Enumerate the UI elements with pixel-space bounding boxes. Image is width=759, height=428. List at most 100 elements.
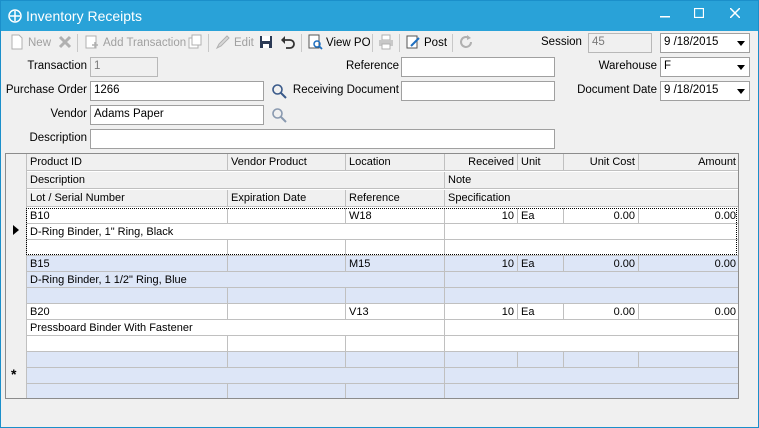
cell-unit-cost[interactable]: 0.00 — [564, 256, 639, 272]
column-header-specification[interactable]: Specification — [445, 190, 738, 206]
cell-received[interactable] — [445, 352, 518, 368]
cell-lot-serial[interactable] — [27, 384, 228, 398]
cell-location[interactable] — [346, 352, 445, 368]
table-row[interactable]: Pressboard Binder With Fastener — [27, 320, 738, 336]
cell-note[interactable] — [445, 320, 738, 336]
save-button[interactable] — [258, 33, 277, 53]
search-icon[interactable] — [271, 107, 287, 123]
table-row[interactable] — [27, 336, 738, 352]
document-date-dropdown[interactable]: 9 /18/2015 — [660, 81, 750, 101]
table-row[interactable]: B20 V13 10 Ea 0.00 0.00 — [27, 304, 738, 320]
cell-specification[interactable] — [445, 384, 738, 398]
cell-received[interactable]: 10 — [445, 208, 518, 224]
table-row[interactable] — [27, 240, 738, 256]
cell-product-id[interactable]: B15 — [27, 256, 228, 272]
cell-unit[interactable]: Ea — [518, 304, 564, 320]
cell-specification[interactable] — [445, 240, 738, 256]
cell-amount[interactable]: 0.00 — [639, 256, 738, 272]
cell-vendor-product[interactable] — [228, 304, 346, 320]
column-header-unit[interactable]: Unit — [518, 154, 564, 170]
purchase-order-input[interactable]: 1266 — [90, 81, 264, 101]
column-header-reference[interactable]: Reference — [346, 190, 445, 206]
column-header-lot-serial[interactable]: Lot / Serial Number — [27, 190, 228, 206]
cell-location[interactable]: M15 — [346, 256, 445, 272]
table-row[interactable] — [27, 288, 738, 304]
cell-amount[interactable]: 0.00 — [639, 208, 738, 224]
close-button[interactable] — [718, 1, 752, 29]
delete-button[interactable] — [57, 33, 76, 53]
undo-button[interactable] — [280, 33, 299, 53]
cell-note[interactable] — [445, 224, 738, 240]
new-table-row[interactable] — [27, 352, 738, 368]
column-header-received[interactable]: Received — [445, 154, 518, 170]
cell-reference[interactable] — [346, 288, 445, 304]
minimize-button[interactable] — [648, 1, 682, 29]
new-table-row[interactable] — [27, 384, 738, 398]
cell-unit-cost[interactable]: 0.00 — [564, 304, 639, 320]
cell-product-id[interactable]: B10 — [27, 208, 228, 224]
column-header-unit-cost[interactable]: Unit Cost — [564, 154, 639, 170]
cell-note[interactable] — [445, 368, 738, 384]
cell-product-id[interactable]: B20 — [27, 304, 228, 320]
vendor-input[interactable]: Adams Paper — [90, 105, 264, 125]
cell-specification[interactable] — [445, 288, 738, 304]
cell-note[interactable] — [445, 272, 738, 288]
cell-amount[interactable]: 0.00 — [639, 304, 738, 320]
cell-lot-serial[interactable] — [27, 288, 228, 304]
view-po-button[interactable]: View PO — [307, 33, 371, 53]
column-header-description[interactable]: Description — [27, 172, 445, 188]
copy-transaction-button[interactable] — [187, 33, 206, 53]
cell-description[interactable] — [27, 368, 445, 384]
column-header-product-id[interactable]: Product ID — [27, 154, 228, 170]
new-button[interactable]: New — [9, 33, 51, 53]
cell-expiration-date[interactable] — [228, 336, 346, 352]
edit-button[interactable]: Edit — [215, 33, 254, 53]
maximize-button[interactable] — [682, 1, 716, 29]
column-header-amount[interactable]: Amount — [639, 154, 738, 170]
print-button[interactable] — [378, 33, 397, 53]
cell-unit[interactable] — [518, 352, 564, 368]
cell-unit[interactable]: Ea — [518, 256, 564, 272]
table-row[interactable]: D-Ring Binder, 1" Ring, Black — [27, 224, 738, 240]
cell-lot-serial[interactable] — [27, 240, 228, 256]
cell-specification[interactable] — [445, 336, 738, 352]
add-transaction-button[interactable]: Add Transaction — [84, 33, 186, 53]
cell-location[interactable]: V13 — [346, 304, 445, 320]
column-header-location[interactable]: Location — [346, 154, 445, 170]
cell-expiration-date[interactable] — [228, 288, 346, 304]
cell-description[interactable]: D-Ring Binder, 1 1/2" Ring, Blue — [27, 272, 445, 288]
cell-unit-cost[interactable]: 0.00 — [564, 208, 639, 224]
cell-amount[interactable] — [639, 352, 738, 368]
cell-description[interactable]: D-Ring Binder, 1" Ring, Black — [27, 224, 445, 240]
search-icon[interactable] — [271, 83, 287, 99]
description-input[interactable] — [90, 129, 555, 149]
cell-vendor-product[interactable] — [228, 352, 346, 368]
cell-description[interactable]: Pressboard Binder With Fastener — [27, 320, 445, 336]
cell-received[interactable]: 10 — [445, 304, 518, 320]
refresh-button[interactable] — [458, 33, 477, 53]
cell-vendor-product[interactable] — [228, 256, 346, 272]
column-header-note[interactable]: Note — [445, 172, 738, 188]
cell-reference[interactable] — [346, 240, 445, 256]
session-date-dropdown[interactable]: 9 /18/2015 — [660, 33, 750, 53]
cell-expiration-date[interactable] — [228, 240, 346, 256]
table-row[interactable]: B10 W18 10 Ea 0.00 0.00 — [27, 208, 738, 224]
table-row[interactable]: D-Ring Binder, 1 1/2" Ring, Blue — [27, 272, 738, 288]
receiving-document-input[interactable] — [401, 81, 555, 101]
cell-location[interactable]: W18 — [346, 208, 445, 224]
table-row[interactable]: B15 M15 10 Ea 0.00 0.00 — [27, 256, 738, 272]
warehouse-dropdown[interactable]: F — [660, 57, 750, 77]
cell-received[interactable]: 10 — [445, 256, 518, 272]
reference-input[interactable] — [401, 57, 555, 77]
column-header-expiration-date[interactable]: Expiration Date — [228, 190, 346, 206]
cell-unit[interactable]: Ea — [518, 208, 564, 224]
cell-reference[interactable] — [346, 384, 445, 398]
cell-reference[interactable] — [346, 336, 445, 352]
cell-product-id[interactable] — [27, 352, 228, 368]
cell-vendor-product[interactable] — [228, 208, 346, 224]
post-button[interactable]: Post — [405, 33, 447, 53]
column-header-vendor-product[interactable]: Vendor Product — [228, 154, 346, 170]
cell-expiration-date[interactable] — [228, 384, 346, 398]
cell-lot-serial[interactable] — [27, 336, 228, 352]
cell-unit-cost[interactable] — [564, 352, 639, 368]
